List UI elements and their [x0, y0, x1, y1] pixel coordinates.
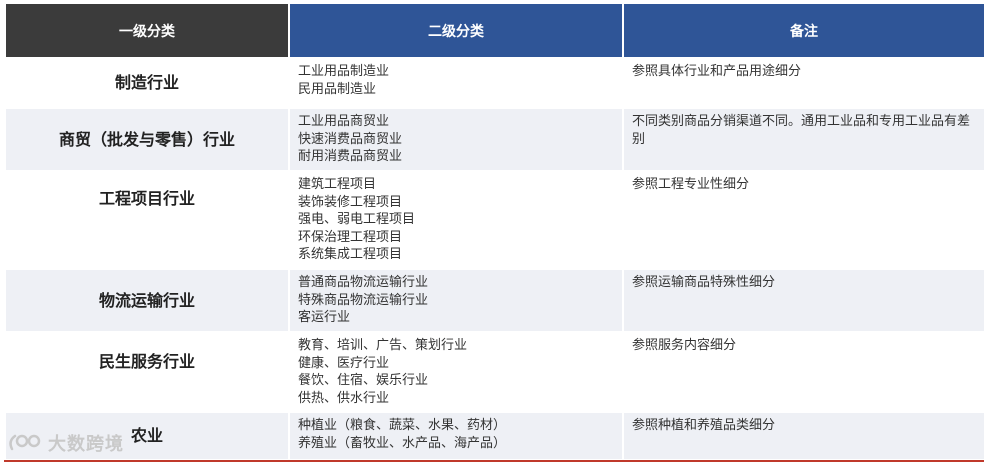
primary-category-cell: 制造行业	[6, 59, 288, 107]
primary-category-cell: 物流运输行业	[6, 270, 288, 331]
secondary-category-cell: 建筑工程项目 装饰装修工程项目 强电、弱电工程项目 环保治理工程项目 系统集成工…	[290, 172, 622, 268]
secondary-category-cell: 工业用品商贸业 快速消费品商贸业 耐用消费品商贸业	[290, 109, 622, 170]
table-row: 工程项目行业 建筑工程项目 装饰装修工程项目 强电、弱电工程项目 环保治理工程项…	[6, 172, 984, 268]
table-row: 民生服务行业 教育、培训、广告、策划行业 健康、医疗行业 餐饮、住宿、娱乐行业 …	[6, 333, 984, 411]
secondary-category-item: 民用品制造业	[298, 81, 377, 97]
secondary-category-item: 耐用消费品商贸业	[298, 149, 403, 164]
secondary-category-item: 建筑工程项目	[298, 177, 377, 192]
primary-category-cell: 农业	[6, 413, 288, 459]
secondary-category-item: 强电、弱电工程项目	[298, 212, 416, 227]
secondary-category-item: 供热、供水行业	[298, 390, 390, 406]
primary-category-cell: 工程项目行业	[6, 172, 288, 268]
secondary-category-cell: 普通商品物流运输行业 特殊商品物流运输行业 客运行业	[290, 270, 622, 331]
page: 一级分类 二级分类 备注 制造行业 工业用品制造业 民用品制造业 参照具体行业和…	[0, 0, 988, 466]
header-remark: 备注	[624, 4, 984, 57]
secondary-category-item: 教育、培训、广告、策划行业	[298, 338, 468, 353]
secondary-category-cell: 教育、培训、广告、策划行业 健康、医疗行业 餐饮、住宿、娱乐行业 供热、供水行业	[290, 333, 622, 411]
secondary-category-item: 餐饮、住宿、娱乐行业	[298, 373, 429, 388]
table-row: 制造行业 工业用品制造业 民用品制造业 参照具体行业和产品用途细分	[6, 59, 984, 107]
secondary-category-cell: 种植业（粮食、蔬菜、水果、药材） 养殖业（畜牧业、水产品、海产品）	[290, 413, 622, 459]
remark-cell: 不同类别商品分销渠道不同。通用工业品和专用工业品有差别	[624, 109, 984, 170]
secondary-category-cell: 工业用品制造业 民用品制造业	[290, 59, 622, 107]
secondary-category-item: 养殖业（畜牧业、水产品、海产品）	[298, 435, 507, 451]
secondary-category-item: 普通商品物流运输行业	[298, 275, 429, 290]
header-primary-category: 一级分类	[6, 4, 288, 57]
header-secondary-category: 二级分类	[290, 4, 622, 57]
secondary-category-item: 特殊商品物流运输行业	[298, 292, 429, 308]
remark-cell: 参照具体行业和产品用途细分	[624, 59, 984, 107]
secondary-category-item: 系统集成工程项目	[298, 247, 403, 262]
secondary-category-item: 健康、医疗行业	[298, 355, 390, 371]
remark-cell: 参照运输商品特殊性细分	[624, 270, 984, 331]
secondary-category-item: 客运行业	[298, 310, 351, 325]
remark-cell: 参照种植和养殖品类细分	[624, 413, 984, 459]
primary-category-cell: 商贸（批发与零售）行业	[6, 109, 288, 170]
secondary-category-item: 种植业（粮食、蔬菜、水果、药材）	[298, 418, 507, 433]
table-row: 物流运输行业 普通商品物流运输行业 特殊商品物流运输行业 客运行业 参照运输商品…	[6, 270, 984, 331]
remark-cell: 参照工程专业性细分	[624, 172, 984, 268]
bottom-divider	[4, 460, 984, 462]
secondary-category-item: 工业用品商贸业	[298, 114, 390, 129]
secondary-category-item: 环保治理工程项目	[298, 229, 403, 245]
remark-cell: 参照服务内容细分	[624, 333, 984, 411]
table-row: 农业 种植业（粮食、蔬菜、水果、药材） 养殖业（畜牧业、水产品、海产品） 参照种…	[6, 413, 984, 459]
classification-table: 一级分类 二级分类 备注 制造行业 工业用品制造业 民用品制造业 参照具体行业和…	[4, 2, 986, 461]
secondary-category-item: 工业用品制造业	[298, 64, 390, 79]
primary-category-cell: 民生服务行业	[6, 333, 288, 411]
table-row: 商贸（批发与零售）行业 工业用品商贸业 快速消费品商贸业 耐用消费品商贸业 不同…	[6, 109, 984, 170]
secondary-category-item: 装饰装修工程项目	[298, 194, 403, 210]
secondary-category-item: 快速消费品商贸业	[298, 131, 403, 147]
table-header-row: 一级分类 二级分类 备注	[6, 4, 984, 57]
